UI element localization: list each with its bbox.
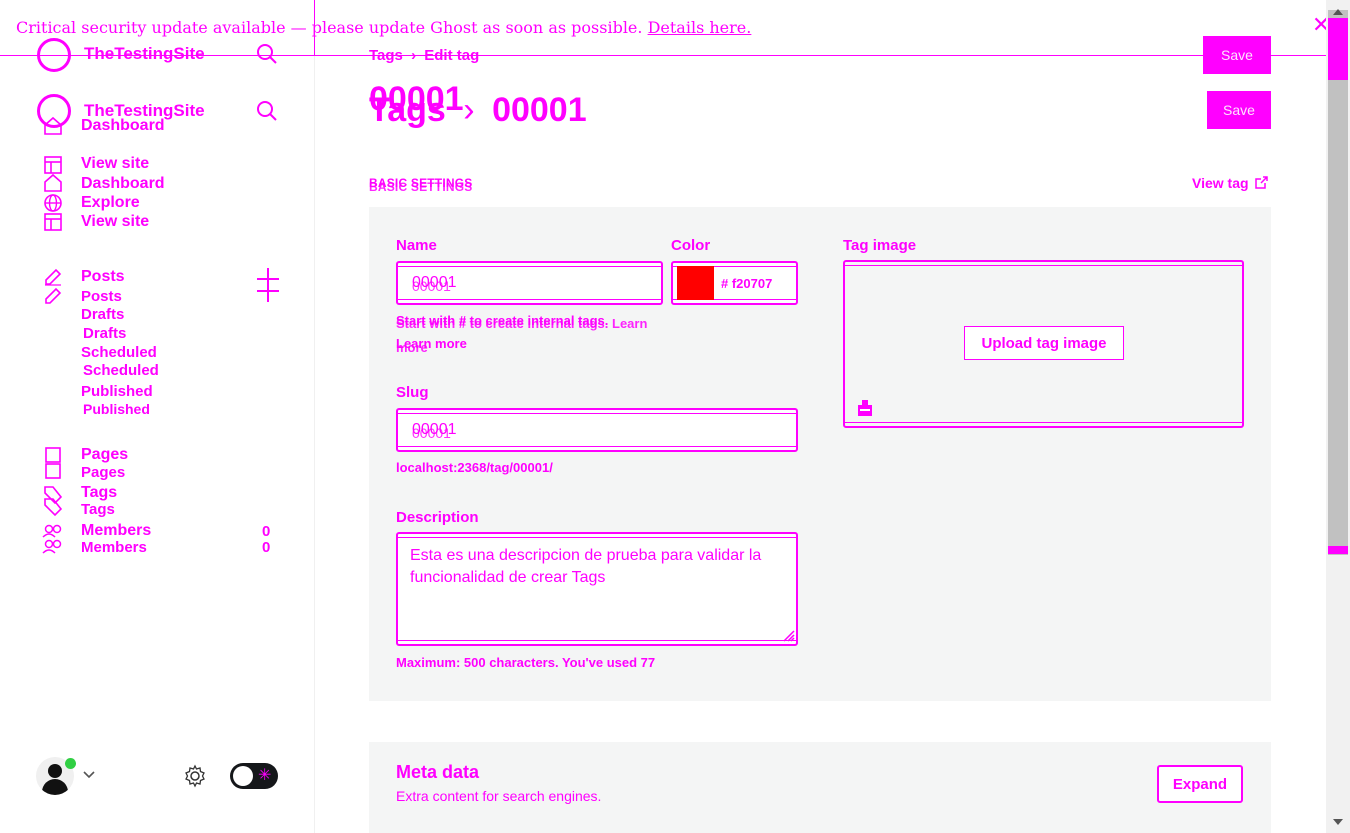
description-textarea[interactable]: Esta es una descripcion de prueba para v… — [396, 532, 798, 646]
nav-view-site[interactable]: View site — [81, 213, 149, 231]
home-icon — [44, 116, 62, 135]
nav-published[interactable]: Published — [83, 401, 150, 417]
nav-drafts[interactable]: Drafts — [83, 325, 126, 342]
view-tag-link[interactable]: View tag — [1192, 175, 1269, 191]
scrollbar-thumb-end — [1328, 546, 1348, 554]
nav-posts[interactable]: Posts — [81, 268, 125, 286]
name-hint: Start with # to create internal tags. Le… — [396, 316, 648, 331]
image-icon — [858, 400, 872, 416]
tag-image-label: Tag image — [843, 237, 917, 254]
nav-view-site[interactable]: View site — [81, 155, 149, 173]
dark-mode-toggle[interactable]: ✳ — [230, 763, 278, 789]
members-count: 0 — [262, 539, 271, 556]
nav-members[interactable]: Members — [81, 522, 151, 540]
title-separator: › — [463, 91, 475, 129]
upload-tag-image-button[interactable]: Upload tag image — [964, 326, 1124, 360]
tag-image-dropzone[interactable]: Upload tag image — [843, 260, 1244, 428]
meta-data-title: Meta data — [396, 762, 480, 782]
slug-value: 00001 — [412, 425, 451, 441]
nav-published[interactable]: Published — [81, 383, 153, 400]
nav-scheduled[interactable]: Scheduled — [81, 344, 157, 361]
nav-tags[interactable]: Tags — [81, 501, 115, 518]
name-hint: more — [396, 340, 428, 355]
color-swatch[interactable] — [677, 266, 714, 300]
pencil-icon — [45, 268, 62, 286]
online-status-dot — [65, 758, 76, 769]
banner-text: Critical security update available — ple… — [16, 18, 751, 37]
scrollbar-thumb[interactable] — [1328, 10, 1348, 555]
slug-input[interactable]: 00001 00001 — [396, 408, 798, 452]
nav-tags[interactable]: Tags — [81, 484, 117, 502]
expand-button[interactable]: Expand — [1157, 765, 1243, 803]
save-button[interactable]: Save — [1207, 91, 1271, 129]
home-icon — [44, 173, 62, 192]
breadcrumb-current: Edit tag — [424, 47, 480, 64]
title-tags-link[interactable]: Tags — [369, 91, 446, 129]
nav-drafts[interactable]: Drafts — [81, 306, 124, 323]
meta-data-subtitle: Extra content for search engines. — [396, 788, 602, 804]
pencil-icon — [45, 287, 62, 304]
nav-pages[interactable]: Pages — [81, 446, 128, 464]
name-label: Name — [396, 237, 437, 254]
description-label: Description — [396, 509, 479, 526]
tag-icon — [44, 486, 63, 517]
description-value: Esta es una descripcion de prueba para v… — [410, 547, 762, 586]
page-title: Tags › 00001 — [369, 91, 587, 130]
scroll-up-arrow-icon[interactable] — [1332, 8, 1344, 16]
window-icon — [44, 213, 62, 231]
color-input[interactable]: # f20707 — [671, 261, 798, 305]
nav-dashboard[interactable]: Dashboard — [81, 117, 165, 135]
nav-members[interactable]: Members — [81, 539, 147, 556]
chevron-down-icon[interactable] — [82, 770, 96, 780]
scrollbar-thumb-highlight — [1328, 18, 1348, 80]
nav-posts[interactable]: Posts — [81, 288, 122, 305]
search-icon[interactable] — [256, 100, 278, 122]
globe-icon — [44, 194, 62, 212]
title-tag-name: 00001 — [492, 91, 587, 129]
resize-handle-icon[interactable] — [783, 630, 795, 642]
nav-pages[interactable]: Pages — [81, 464, 125, 481]
slug-url-hint: localhost:2368/tag/00001/ — [396, 460, 553, 475]
nav-explore[interactable]: Explore — [81, 194, 140, 212]
view-tag-label: View tag — [1192, 175, 1249, 191]
window-icon — [44, 156, 62, 174]
members-count: 0 — [262, 523, 271, 540]
breadcrumb-separator: › — [411, 47, 417, 64]
sidebar: TheTestingSite TheTestingSite Dashboard … — [0, 0, 315, 833]
breadcrumb-tags-link[interactable]: Tags — [369, 47, 403, 64]
scroll-down-arrow-icon[interactable] — [1332, 818, 1344, 826]
slug-label: Slug — [396, 384, 429, 401]
banner-details-link[interactable]: Details here. — [648, 18, 752, 37]
gear-icon[interactable] — [183, 764, 207, 788]
color-hex-value: # f20707 — [721, 276, 773, 291]
name-input[interactable]: 00001 00001 — [396, 261, 663, 305]
save-button[interactable]: Save — [1203, 36, 1271, 74]
add-post-button[interactable] — [257, 268, 279, 302]
nav-dashboard[interactable]: Dashboard — [81, 175, 165, 193]
external-link-icon — [1255, 176, 1269, 189]
update-banner: Critical security update available — ple… — [0, 0, 1350, 56]
color-label: Color — [671, 237, 711, 254]
banner-message: Critical security update available — ple… — [16, 18, 643, 37]
pages-icon — [45, 447, 61, 479]
members-icon — [42, 524, 62, 554]
breadcrumb: Tags › Edit tag — [369, 47, 479, 64]
name-value: 00001 — [412, 278, 451, 294]
section-caption: BASIC SETTINGS — [369, 180, 473, 194]
description-count-hint: Maximum: 500 characters. You've used 77 — [396, 655, 656, 670]
sun-icon: ✳ — [258, 767, 272, 784]
nav-scheduled[interactable]: Scheduled — [83, 362, 159, 379]
